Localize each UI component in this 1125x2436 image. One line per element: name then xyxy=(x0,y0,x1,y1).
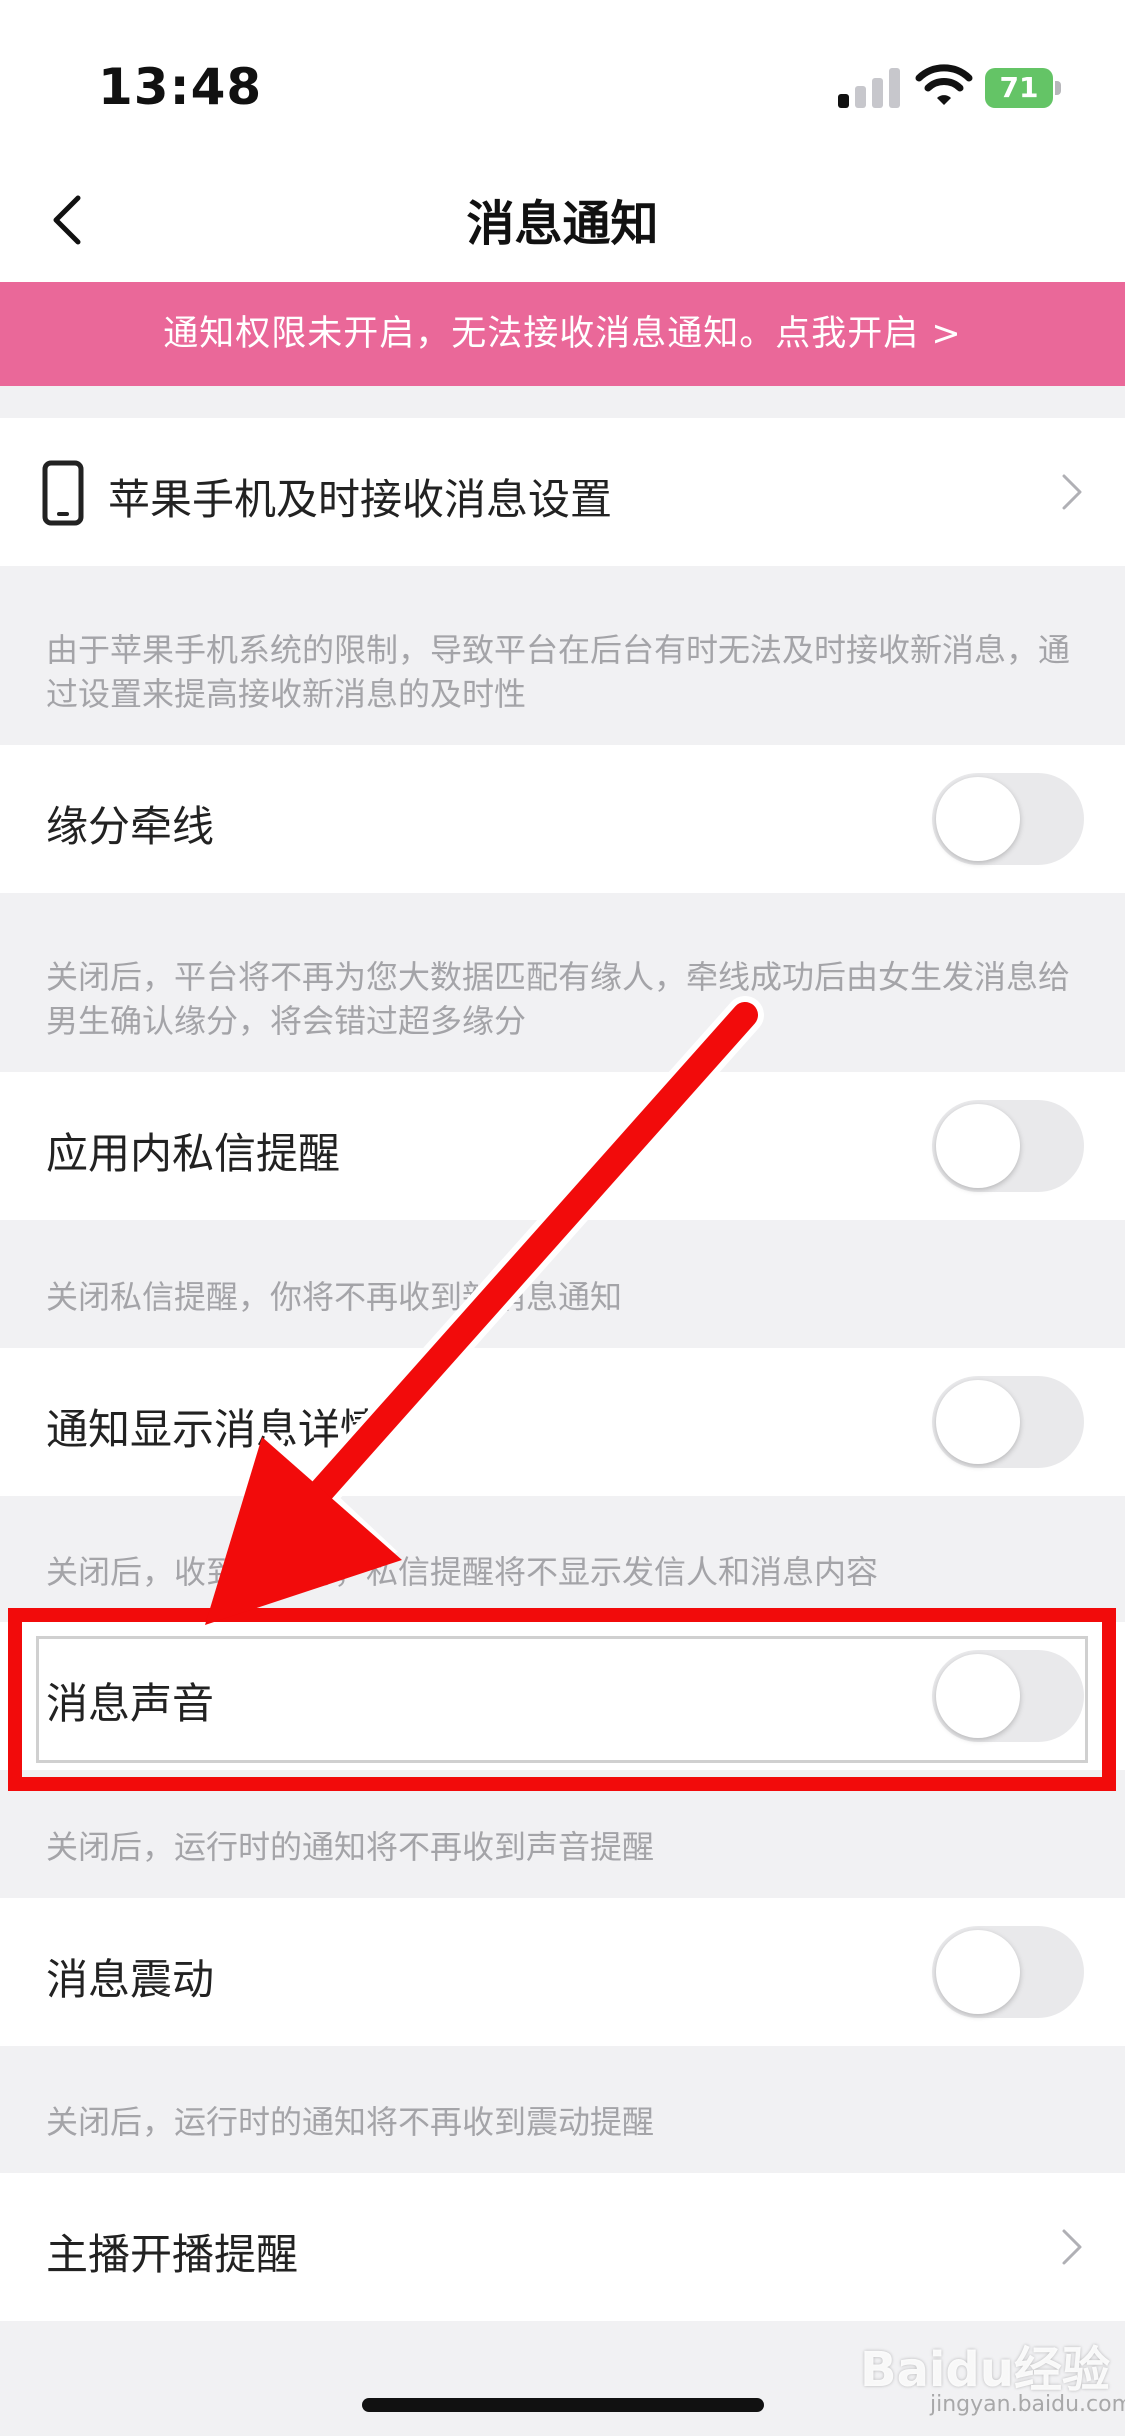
matchmaking-toggle[interactable] xyxy=(932,773,1084,865)
home-indicator xyxy=(362,2398,764,2412)
page-title: 消息通知 xyxy=(466,196,659,252)
show-details-toggle[interactable] xyxy=(932,1376,1084,1468)
anchor-reminder-row[interactable]: 主播开播提醒 xyxy=(0,2173,1125,2321)
enable-permission-banner[interactable]: 通知权限未开启，无法接收消息通知。点我开启 > xyxy=(0,282,1125,386)
chevron-right-icon xyxy=(1062,2229,1082,2265)
battery-icon: 71 xyxy=(985,68,1063,108)
status-bar: 13:48 71 xyxy=(0,0,1125,160)
setting-note: 关闭后，运行时的通知将不再收到声音提醒 xyxy=(46,1828,655,1866)
setting-label: 应用内私信提醒 xyxy=(46,1129,341,1178)
battery-level: 71 xyxy=(985,68,1053,108)
anchor-reminder-label: 主播开播提醒 xyxy=(46,2230,299,2279)
watermark-url: jingyan.baidu.com xyxy=(930,2392,1125,2417)
baidu-watermark: Baidu经验 xyxy=(860,2342,1110,2398)
nav-bar: 消息通知 xyxy=(0,160,1125,282)
wifi-icon xyxy=(915,64,973,105)
setting-note: 关闭后，运行时的通知将不再收到震动提醒 xyxy=(46,2103,655,2141)
setting-label: 通知显示消息详情 xyxy=(46,1405,383,1454)
cellular-signal-icon xyxy=(838,68,908,108)
setting-note: 关闭后，收到消息时，私信提醒将不显示发信人和消息内容 xyxy=(46,1553,879,1591)
setting-row-in-app-dm: 应用内私信提醒 xyxy=(0,1072,1125,1220)
iphone-setting-row[interactable]: 苹果手机及时接收消息设置 xyxy=(0,418,1125,566)
chevron-right-icon xyxy=(1062,474,1082,510)
setting-note: 关闭私信提醒，你将不再收到新消息通知 xyxy=(46,1278,623,1316)
setting-row-message-vibration: 消息震动 xyxy=(0,1898,1125,2046)
setting-note: 关闭后，平台将不再为您大数据匹配有缘人，牵线成功后由女生发消息给男生确认缘分，将… xyxy=(46,958,1071,1040)
message-vibration-toggle[interactable] xyxy=(932,1926,1084,2018)
in-app-dm-toggle[interactable] xyxy=(932,1100,1084,1192)
setting-row-matchmaking: 缘分牵线 xyxy=(0,745,1125,893)
setting-row-show-details: 通知显示消息详情 xyxy=(0,1348,1125,1496)
setting-label: 消息震动 xyxy=(46,1955,215,2004)
setting-label: 缘分牵线 xyxy=(46,802,215,851)
highlight-box xyxy=(8,1608,1116,1791)
status-time: 13:48 xyxy=(98,58,263,116)
iphone-setting-note: 由于苹果手机系统的限制，导致平台在后台有时无法及时接收新消息，通过设置来提高接收… xyxy=(46,631,1071,713)
phone-icon xyxy=(42,460,84,526)
iphone-setting-label: 苹果手机及时接收消息设置 xyxy=(108,475,613,524)
